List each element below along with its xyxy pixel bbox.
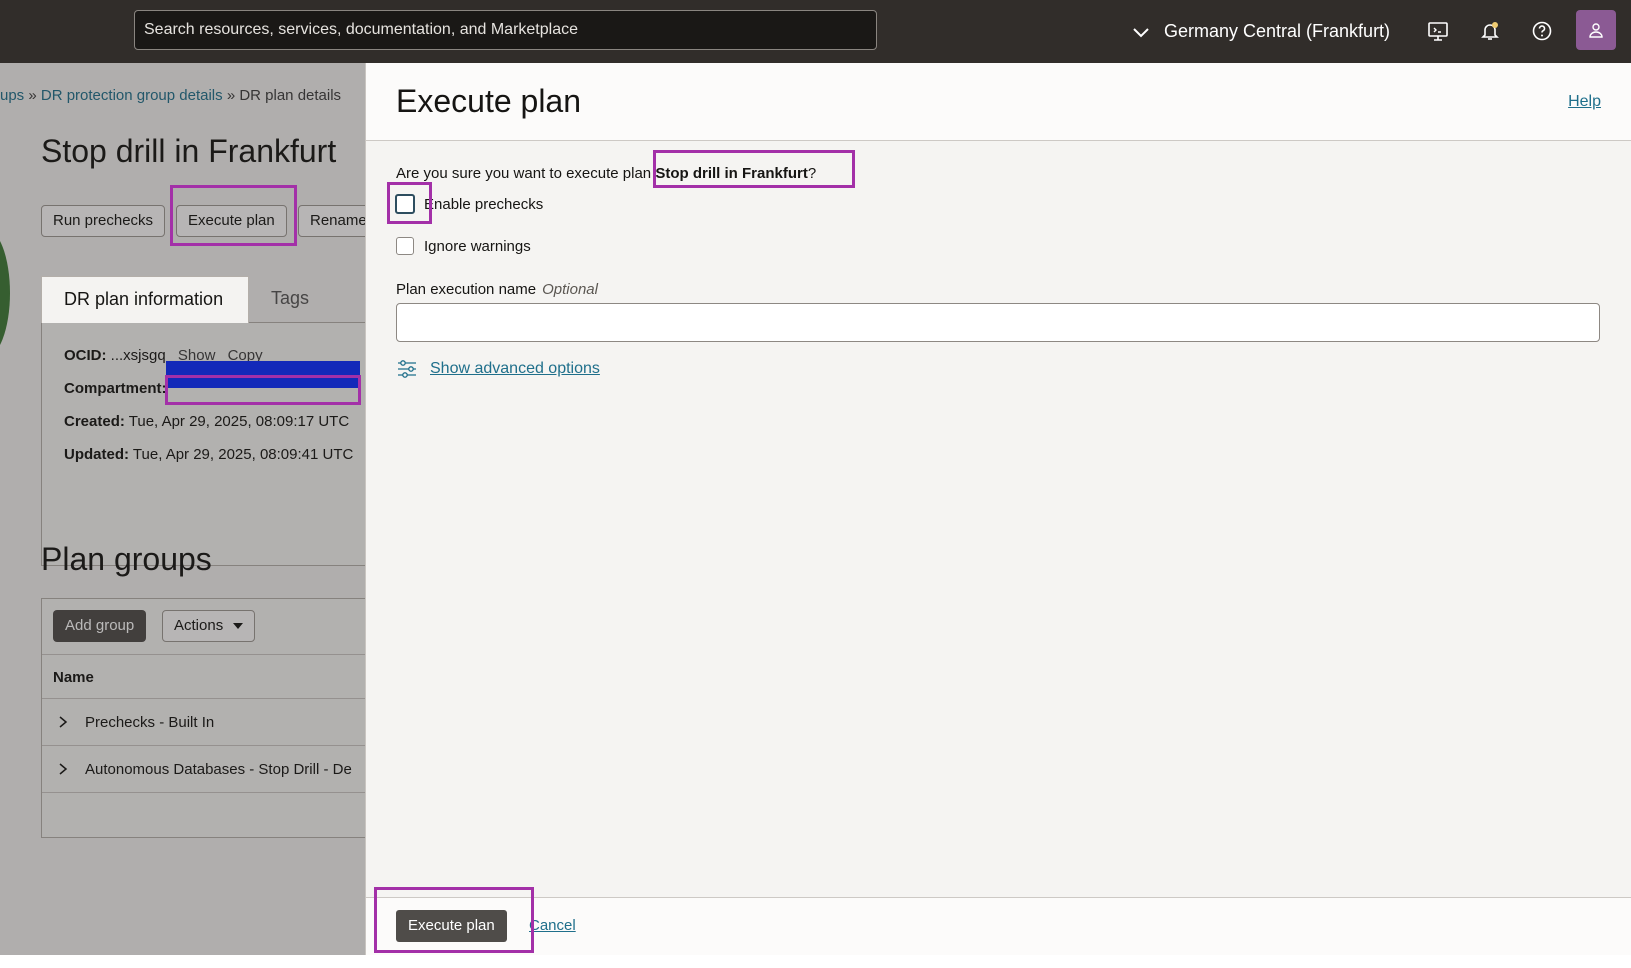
ignore-warnings-checkbox[interactable]	[396, 237, 414, 255]
highlight-box	[387, 182, 432, 224]
execute-plan-drawer: Execute plan Help Are you sure you want …	[365, 63, 1631, 955]
ignore-warnings-label: Ignore warnings	[424, 237, 531, 255]
top-navigation-bar: Search resources, services, documentatio…	[0, 0, 1631, 63]
cloud-shell-icon[interactable]	[1424, 17, 1452, 45]
help-link[interactable]: Help	[1568, 93, 1601, 111]
ignore-warnings-option[interactable]: Ignore warnings	[396, 237, 531, 255]
tab-dr-plan-information[interactable]: DR plan information	[41, 276, 249, 323]
bell-icon[interactable]	[1476, 17, 1504, 45]
highlight-box	[653, 150, 855, 188]
search-input[interactable]: Search resources, services, documentatio…	[134, 10, 877, 50]
show-advanced-options-link[interactable]: Show advanced options	[396, 358, 600, 380]
chevron-down-icon	[1133, 27, 1149, 37]
drawer-title: Execute plan	[396, 83, 582, 119]
sliders-icon	[398, 360, 416, 378]
drawer-header: Execute plan Help	[366, 63, 1631, 141]
drawer-footer: Execute plan Cancel	[366, 897, 1631, 955]
region-label: Germany Central (Frankfurt)	[1164, 21, 1391, 41]
highlight-box	[374, 887, 534, 953]
execution-name-input[interactable]	[396, 303, 1600, 342]
user-avatar[interactable]	[1576, 10, 1616, 50]
user-icon	[1589, 23, 1603, 38]
highlight-box	[165, 375, 361, 405]
enable-prechecks-label: Enable prechecks	[424, 195, 544, 213]
help-icon[interactable]	[1528, 17, 1556, 45]
execution-name-label: Plan execution name Optional	[396, 281, 598, 298]
cancel-link[interactable]: Cancel	[529, 917, 576, 934]
highlight-box	[170, 185, 297, 246]
region-selector[interactable]: Germany Central (Frankfurt)	[1130, 0, 1390, 63]
page-footer	[0, 955, 1631, 968]
